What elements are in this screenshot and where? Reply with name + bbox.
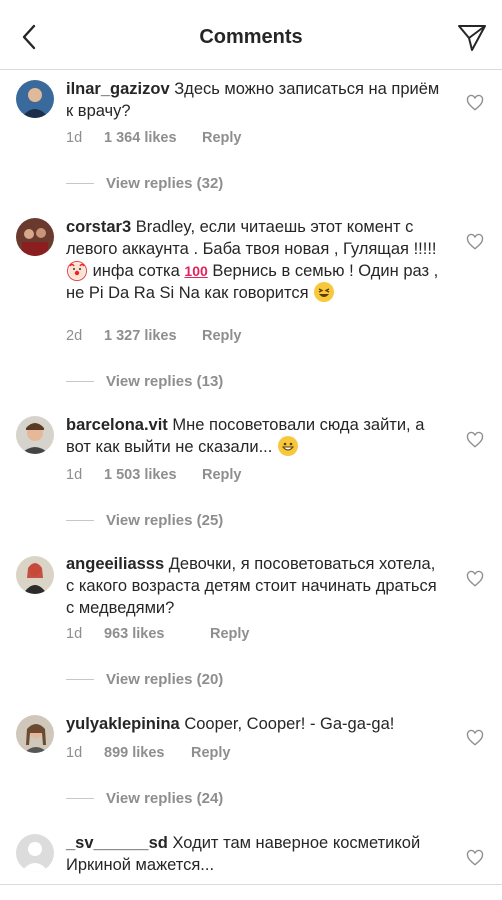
heart-icon[interactable]	[466, 570, 484, 588]
view-replies-button[interactable]: View replies (24)	[66, 790, 223, 807]
send-icon	[458, 25, 486, 51]
heart-icon[interactable]	[466, 94, 484, 112]
divider-line	[66, 520, 94, 521]
heart-icon[interactable]	[466, 849, 484, 867]
likes-count[interactable]: 963 likes	[104, 626, 210, 642]
bottom-divider	[0, 884, 502, 885]
view-replies-label: View replies (32)	[106, 175, 224, 192]
divider-line	[66, 183, 94, 184]
heart-icon[interactable]	[466, 729, 484, 747]
view-replies-button[interactable]: View replies (20)	[66, 671, 223, 688]
view-replies-label: View replies (25)	[106, 512, 224, 529]
view-replies-label: View replies (13)	[106, 373, 224, 390]
likes-count[interactable]: 1 327 likes	[104, 328, 202, 344]
comment-text: ilnar_gazizov Здесь можно записаться на …	[66, 78, 446, 122]
clown-face-icon	[67, 261, 87, 281]
divider-line	[66, 381, 94, 382]
reply-button[interactable]: Reply	[210, 626, 250, 642]
view-replies-label: View replies (24)	[106, 790, 224, 807]
divider-line	[66, 798, 94, 799]
avatar[interactable]	[16, 80, 54, 118]
view-replies-button[interactable]: View replies (13)	[66, 373, 223, 390]
view-replies-button[interactable]: View replies (32)	[66, 175, 223, 192]
reply-button[interactable]: Reply	[202, 467, 242, 483]
comment-text: angeeiliasss Девочки, я посоветоваться х…	[66, 553, 446, 619]
send-button[interactable]	[456, 22, 488, 54]
comment-body: инфа сотка	[88, 262, 185, 280]
divider-line	[66, 679, 94, 680]
comment-meta: 1d 899 likes Reply	[66, 745, 231, 761]
comment-text: _sv______sd Ходит там наверное косметико…	[66, 832, 446, 876]
likes-count[interactable]: 899 likes	[104, 745, 191, 761]
comment-username[interactable]: ilnar_gazizov	[66, 80, 170, 98]
comment-text: yulyaklepinina Cooper, Cooper! - Ga-ga-g…	[66, 713, 446, 735]
likes-count[interactable]: 1 364 likes	[104, 130, 202, 146]
avatar[interactable]	[16, 416, 54, 454]
comment-age: 2d	[66, 328, 83, 344]
comment-username[interactable]: _sv______sd	[66, 834, 168, 852]
comment-username[interactable]: angeeiliasss	[66, 555, 164, 573]
reply-button[interactable]: Reply	[191, 745, 231, 761]
comment-username[interactable]: corstar3	[66, 218, 131, 236]
likes-count[interactable]: 1 503 likes	[104, 467, 202, 483]
reply-button[interactable]: Reply	[202, 130, 242, 146]
avatar[interactable]	[16, 556, 54, 594]
heart-icon[interactable]	[466, 233, 484, 251]
comment-meta: 1d 963 likes Reply	[66, 626, 250, 642]
hundred-points-icon: 100	[184, 263, 208, 279]
avatar[interactable]	[16, 715, 54, 753]
grinning-face-icon	[277, 436, 298, 456]
comment-age: 1d	[66, 467, 83, 483]
comment-username[interactable]: barcelona.vit	[66, 416, 168, 434]
comment-text: barcelona.vit Мне посоветовали сюда зайт…	[66, 414, 446, 458]
comment-age: 1d	[66, 626, 83, 642]
comment-age: 1d	[66, 745, 83, 761]
comment-age: 1d	[66, 130, 83, 146]
heart-icon[interactable]	[466, 431, 484, 449]
comment-meta: 1d 1 364 likes Reply	[66, 130, 242, 146]
comment-text: corstar3 Bradley, если читаешь этот коме…	[66, 216, 446, 304]
page-title: Comments	[199, 26, 303, 48]
comment-meta: 2d 1 327 likes Reply	[66, 328, 242, 344]
avatar[interactable]	[16, 834, 54, 872]
comment-body: Cooper, Cooper! - Ga-ga-ga!	[184, 715, 395, 733]
header-bar: Comments	[0, 0, 502, 70]
grinning-squinting-face-icon	[314, 282, 335, 302]
reply-button[interactable]: Reply	[202, 328, 242, 344]
avatar[interactable]	[16, 218, 54, 256]
comment-username[interactable]: yulyaklepinina	[66, 715, 180, 733]
view-replies-button[interactable]: View replies (25)	[66, 512, 223, 529]
view-replies-label: View replies (20)	[106, 671, 224, 688]
comment-meta: 1d 1 503 likes Reply	[66, 467, 242, 483]
